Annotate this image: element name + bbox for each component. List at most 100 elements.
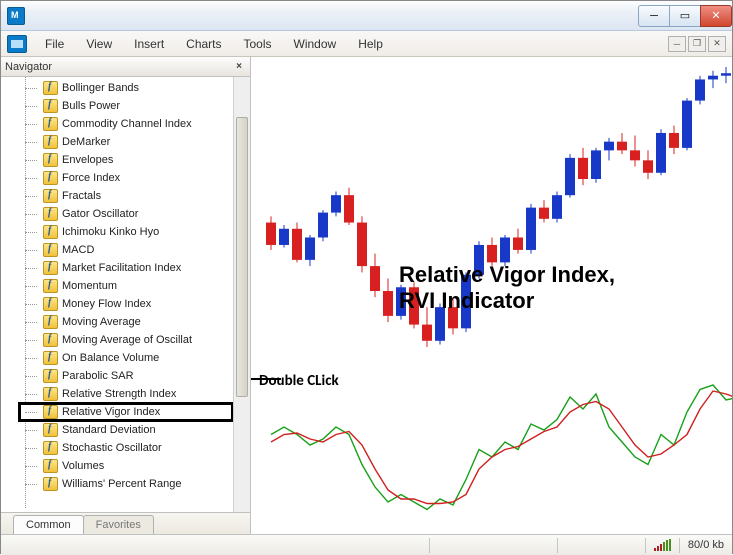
tree-item[interactable]: Bollinger Bands [19, 79, 233, 97]
menu-charts[interactable]: Charts [176, 34, 231, 54]
indicator-icon [43, 225, 58, 239]
status-empty-2 [557, 538, 637, 553]
indicator-icon [43, 477, 58, 491]
indicator-icon [43, 297, 58, 311]
indicator-icon [43, 135, 58, 149]
indicator-icon [43, 207, 58, 221]
navigator-tree[interactable]: Bollinger Bands Bulls Power Commodity Chan… [1, 77, 233, 512]
window-titlebar: ─ ▭ ✕ [1, 1, 732, 31]
tree-item-label: Fractals [62, 190, 101, 202]
indicator-icon [43, 315, 58, 329]
navigator-title: Navigator [5, 61, 52, 73]
tree-item-label: Gator Oscillator [62, 208, 138, 220]
menu-help[interactable]: Help [348, 34, 393, 54]
indicator-icon [43, 423, 58, 437]
menu-tools[interactable]: Tools [234, 34, 282, 54]
navigator-header: Navigator × [1, 57, 250, 77]
tree-item-label: Relative Strength Index [62, 388, 176, 400]
tree-item-label: Money Flow Index [62, 298, 151, 310]
tree-item-label: Relative Vigor Index [62, 406, 160, 418]
maximize-button[interactable]: ▭ [669, 5, 701, 27]
indicator-icon [43, 279, 58, 293]
annotation-indicator-name: Relative Vigor Index, RVI Indicator [399, 262, 615, 315]
indicator-icon [43, 405, 58, 419]
mdi-close-button[interactable]: ✕ [708, 36, 726, 52]
tree-item-label: On Balance Volume [62, 352, 159, 364]
connection-indicator [645, 538, 671, 553]
indicator-icon [43, 189, 58, 203]
tree-item-label: Bollinger Bands [62, 82, 139, 94]
tree-item[interactable]: Williams' Percent Range [19, 475, 233, 493]
indicator-icon [43, 333, 58, 347]
tree-item-label: MACD [62, 244, 94, 256]
app-menu-icon[interactable] [7, 35, 27, 53]
tree-item-label: Stochastic Oscillator [62, 442, 162, 454]
status-empty-1 [429, 538, 549, 553]
mdi-child-controls: ─ ❐ ✕ [668, 36, 726, 52]
indicator-icon [43, 243, 58, 257]
connection-bars-icon [654, 539, 671, 551]
tree-item[interactable]: Parabolic SAR [19, 367, 233, 385]
tree-item[interactable]: Commodity Channel Index [19, 115, 233, 133]
annotation-double-click: Double CLick [259, 372, 339, 390]
tree-item-label: DeMarker [62, 136, 110, 148]
tree-item[interactable]: Ichimoku Kinko Hyo [19, 223, 233, 241]
tree-item[interactable]: Money Flow Index [19, 295, 233, 313]
main-area: Navigator × Bollinger Bands Bulls Power Co… [1, 57, 732, 534]
tree-item[interactable]: Market Facilitation Index [19, 259, 233, 277]
tree-item[interactable]: MACD [19, 241, 233, 259]
navigator-scrollbar[interactable] [233, 77, 250, 512]
window-controls: ─ ▭ ✕ [639, 5, 732, 27]
indicator-icon [43, 351, 58, 365]
tree-item[interactable]: Relative Vigor Index [19, 403, 233, 421]
navigator-panel: Navigator × Bollinger Bands Bulls Power Co… [1, 57, 251, 534]
tree-item[interactable]: Moving Average [19, 313, 233, 331]
menu-insert[interactable]: Insert [124, 34, 174, 54]
tree-item[interactable]: Moving Average of Oscillat [19, 331, 233, 349]
mdi-minimize-button[interactable]: ─ [668, 36, 686, 52]
tree-item[interactable]: Fractals [19, 187, 233, 205]
mdi-restore-button[interactable]: ❐ [688, 36, 706, 52]
indicator-icon [43, 459, 58, 473]
tree-item[interactable]: On Balance Volume [19, 349, 233, 367]
tree-item-label: Moving Average [62, 316, 141, 328]
tree-item-label: Standard Deviation [62, 424, 156, 436]
tree-item[interactable]: Force Index [19, 169, 233, 187]
navigator-close-button[interactable]: × [232, 60, 246, 74]
tree-item[interactable]: Bulls Power [19, 97, 233, 115]
tree-item-label: Parabolic SAR [62, 370, 134, 382]
tree-item[interactable]: Envelopes [19, 151, 233, 169]
tree-item-label: Volumes [62, 460, 104, 472]
chart-area[interactable]: Double CLick Relative Vigor Index, RVI I… [251, 57, 732, 534]
tree-item-label: Momentum [62, 280, 117, 292]
tree-item[interactable]: Relative Strength Index [19, 385, 233, 403]
indicator-icon [43, 441, 58, 455]
indicator-icon [43, 117, 58, 131]
tree-item-label: Commodity Channel Index [62, 118, 192, 130]
close-button[interactable]: ✕ [700, 5, 732, 27]
tree-item[interactable]: Momentum [19, 277, 233, 295]
menu-view[interactable]: View [76, 34, 122, 54]
minimize-button[interactable]: ─ [638, 5, 670, 27]
app-icon [7, 7, 25, 25]
tree-item[interactable]: Stochastic Oscillator [19, 439, 233, 457]
menu-window[interactable]: Window [284, 34, 347, 54]
indicator-icon [43, 99, 58, 113]
indicator-icon [43, 369, 58, 383]
tree-item[interactable]: Volumes [19, 457, 233, 475]
indicator-icon [43, 153, 58, 167]
tree-item-label: Market Facilitation Index [62, 262, 181, 274]
tree-item[interactable]: Standard Deviation [19, 421, 233, 439]
menu-file[interactable]: File [35, 34, 74, 54]
menubar: File View Insert Charts Tools Window Hel… [1, 31, 732, 57]
statusbar: 80/0 kb [1, 534, 732, 555]
tree-item-label: Force Index [62, 172, 120, 184]
tree-item[interactable]: DeMarker [19, 133, 233, 151]
navigator-scroll-thumb[interactable] [236, 117, 248, 397]
navigator-tabs: Common Favorites [1, 512, 250, 534]
tab-common[interactable]: Common [13, 515, 84, 534]
tree-item-label: Bulls Power [62, 100, 120, 112]
tree-item-label: Envelopes [62, 154, 113, 166]
tab-favorites[interactable]: Favorites [83, 515, 154, 534]
tree-item[interactable]: Gator Oscillator [19, 205, 233, 223]
